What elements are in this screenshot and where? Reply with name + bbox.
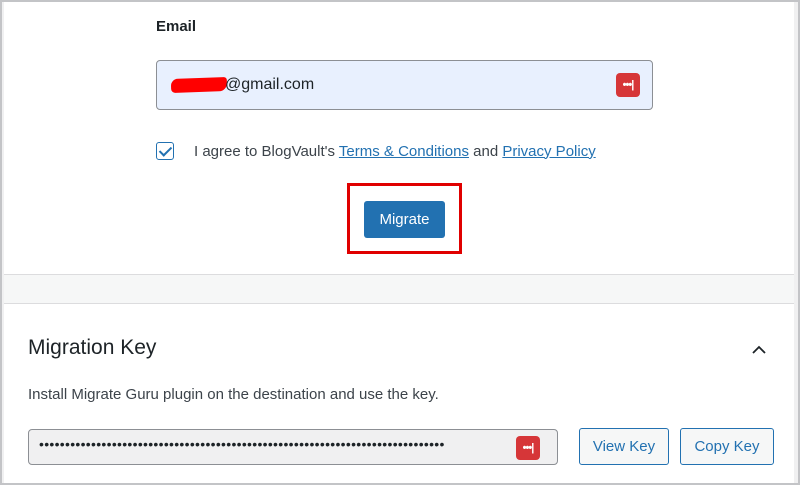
migration-key-title: Migration Key: [28, 336, 157, 359]
migration-key-field[interactable]: ••••••••••••••••••••••••••••••••••••••••…: [28, 429, 558, 465]
agree-prefix: I agree to BlogVault's: [194, 142, 339, 160]
agree-and: and: [468, 142, 503, 160]
terms-link[interactable]: Terms & Conditions: [339, 143, 469, 160]
agree-text: I agree to BlogVault's Terms & Condition…: [194, 143, 596, 160]
email-field[interactable]: @gmail.com •••|: [156, 60, 653, 110]
agree-checkbox[interactable]: [156, 142, 174, 160]
migrate-button[interactable]: Migrate: [364, 201, 445, 238]
chevron-up-icon[interactable]: [751, 342, 767, 358]
migration-key-description: Install Migrate Guru plugin on the desti…: [28, 386, 439, 403]
section-divider: [4, 275, 794, 304]
password-manager-icon[interactable]: •••|: [516, 436, 540, 460]
migration-key-value: ••••••••••••••••••••••••••••••••••••••••…: [39, 436, 445, 452]
email-value: @gmail.com: [225, 76, 315, 93]
migration-key-card: Migration Key Install Migrate Guru plugi…: [4, 304, 794, 483]
migrate-form-card: Email @gmail.com •••| I agree to BlogVau…: [4, 2, 794, 275]
privacy-link[interactable]: Privacy Policy: [502, 143, 595, 160]
copy-key-button[interactable]: Copy Key: [680, 428, 774, 465]
redaction-mark: [170, 77, 228, 93]
agree-row: I agree to BlogVault's Terms & Condition…: [156, 140, 596, 162]
email-label: Email: [156, 18, 197, 35]
view-key-button[interactable]: View Key: [579, 428, 669, 465]
password-manager-icon[interactable]: •••|: [616, 73, 640, 97]
